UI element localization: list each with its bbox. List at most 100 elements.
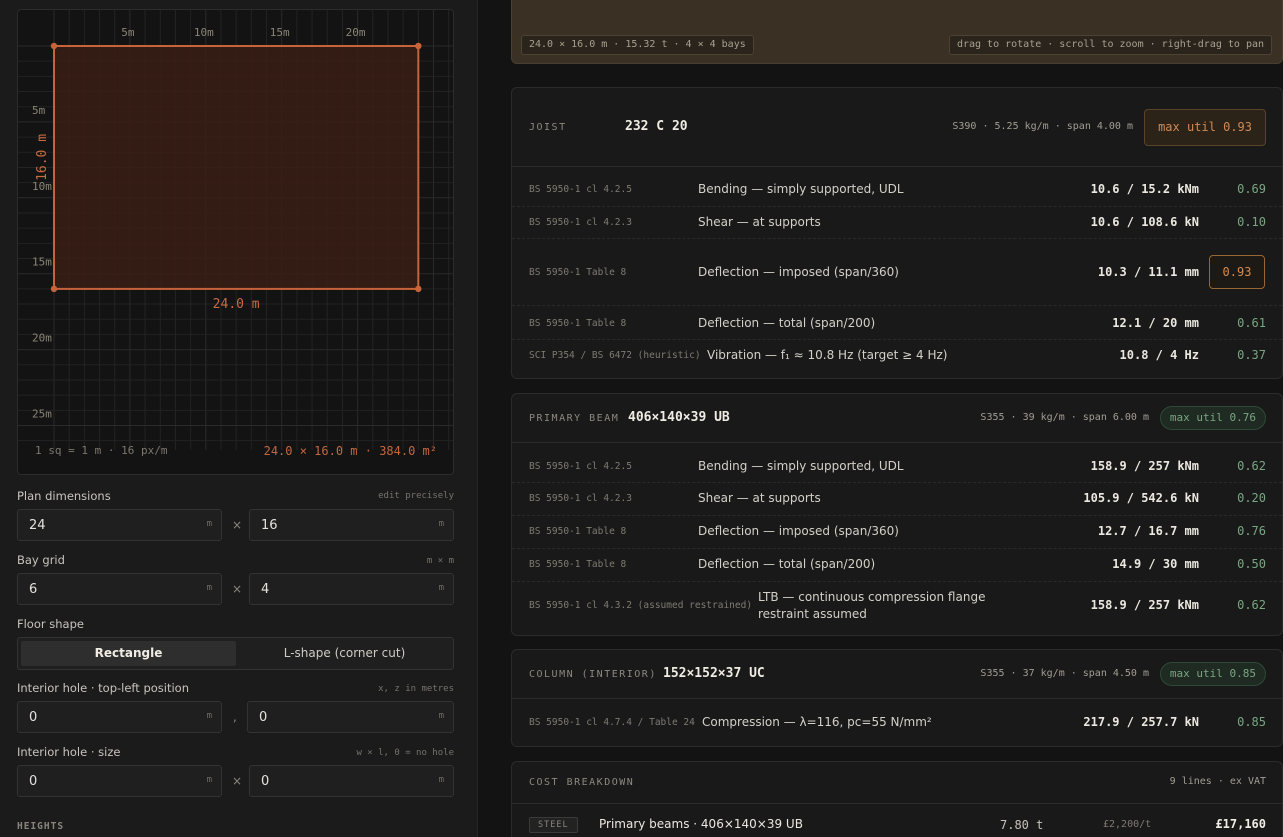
viewport-summary: 24.0 × 16.0 m · 15.32 t · 4 × 4 bays bbox=[521, 35, 754, 55]
times-separator: × bbox=[232, 518, 243, 532]
configuration-panel: 5m 10m 15m 20m 5m 10m 15m 20m 25m 24.0 m 16.0 m1 s… bbox=[0, 0, 478, 837]
check-description: Shear — at supports bbox=[698, 491, 821, 505]
plan-depth-value: 16 bbox=[261, 518, 278, 533]
width-dimension-label: 24.0 m bbox=[213, 297, 260, 312]
check-code: BS 5950-1 Table 8 bbox=[529, 526, 627, 537]
hole-length-input[interactable]: 0 m bbox=[249, 765, 454, 797]
check-value: 217.9 / 257.7 kN bbox=[1083, 715, 1199, 729]
member-meta: S355 · 39 kg/m · span 6.00 m bbox=[980, 412, 1149, 423]
check-code: BS 5950-1 cl 4.2.3 bbox=[529, 217, 632, 228]
check-description: Vibration — f₁ ≈ 10.8 Hz (target ≥ 4 Hz) bbox=[707, 348, 948, 362]
cost-header: COST BREAKDOWN 9 lines · ex VAT bbox=[512, 762, 1282, 804]
check-value: 158.9 / 257 kNm bbox=[1090, 459, 1199, 473]
cost-item-name: Primary beams · 406×140×39 UB bbox=[599, 817, 803, 831]
plan-grid-svg[interactable]: 5m 10m 15m 20m5m10m15m20m25m24.0 m16.0 m1 s… bbox=[18, 10, 454, 475]
corner-handle bbox=[50, 285, 58, 293]
plan-width-input[interactable]: 24 m bbox=[17, 509, 222, 541]
cost-meta: 9 lines · ex VAT bbox=[1169, 776, 1266, 787]
cost-category-tag: STEEL bbox=[529, 817, 578, 833]
check-description: Compression — λ=116, pc=55 N/mm² bbox=[702, 715, 932, 729]
hole-x-input[interactable]: 0 m bbox=[17, 701, 222, 733]
corner-handle bbox=[415, 285, 422, 293]
unit-label: m bbox=[438, 711, 444, 721]
unit-label: m bbox=[206, 583, 212, 593]
member-card-column-interior: COLUMN (INTERIOR) 152×152×37 UC S355 · 3… bbox=[511, 649, 1283, 747]
check-value: 14.9 / 30 mm bbox=[1112, 557, 1199, 571]
hole-position-label: Interior hole · top-left position bbox=[17, 681, 189, 695]
check-row: SCI P354 / BS 6472 (heuristic) Vibration… bbox=[512, 340, 1282, 378]
floor-shape-option-rectangle[interactable]: Rectangle bbox=[21, 641, 236, 666]
check-description: Deflection — total (span/200) bbox=[698, 316, 876, 330]
cost-line-item: STEEL Primary beams · 406×140×39 UB 7.80… bbox=[512, 817, 1282, 837]
check-value: 158.9 / 257 kNm bbox=[1090, 598, 1199, 612]
bay-x-input[interactable]: 6 m bbox=[17, 573, 222, 605]
check-code: BS 5950-1 Table 8 bbox=[529, 559, 627, 570]
check-description: Deflection — imposed (span/360) bbox=[698, 265, 899, 279]
member-card-joist: JOIST 232 C 20 S390 · 5.25 kg/m · span 4… bbox=[511, 87, 1283, 379]
check-code: BS 5950-1 Table 8 bbox=[529, 318, 627, 329]
bay-grid-label: Bay grid bbox=[17, 553, 65, 567]
times-separator: × bbox=[232, 582, 243, 596]
times-separator: × bbox=[232, 774, 243, 788]
floor-shape-toggle: Rectangle L-shape (corner cut) bbox=[17, 637, 454, 670]
bay-x-value: 6 bbox=[29, 582, 38, 597]
hole-width-input[interactable]: 0 m bbox=[17, 765, 222, 797]
cost-title: COST BREAKDOWN bbox=[529, 777, 635, 788]
check-value: 12.7 / 16.7 mm bbox=[1097, 524, 1199, 538]
hole-width-value: 0 bbox=[29, 774, 38, 789]
y-tick-label: 25m bbox=[32, 408, 52, 421]
check-row: BS 5950-1 cl 4.7.4 / Table 24 Compressio… bbox=[512, 707, 1282, 740]
hole-size-label: Interior hole · size bbox=[17, 745, 121, 759]
hole-z-input[interactable]: 0 m bbox=[247, 701, 454, 733]
check-utilisation: 0.10 bbox=[1237, 215, 1266, 229]
y-tick-label: 20m bbox=[32, 332, 52, 345]
check-code: BS 5950-1 Table 8 bbox=[529, 267, 627, 278]
check-utilisation: 0.76 bbox=[1237, 524, 1266, 538]
hole-x-value: 0 bbox=[29, 710, 38, 725]
cost-quantity: 7.80 t bbox=[1000, 818, 1044, 832]
check-utilisation: 0.20 bbox=[1237, 491, 1266, 505]
corner-handle bbox=[415, 42, 422, 50]
member-card-header: JOIST 232 C 20 S390 · 5.25 kg/m · span 4… bbox=[512, 88, 1282, 167]
member-card-primary-beam: PRIMARY BEAM 406×140×39 UB S355 · 39 kg/… bbox=[511, 393, 1283, 636]
member-meta: S355 · 37 kg/m · span 4.50 m bbox=[980, 668, 1149, 679]
check-value: 10.3 / 11.1 mm bbox=[1097, 265, 1199, 279]
check-utilisation: 0.69 bbox=[1237, 182, 1266, 196]
3d-viewport[interactable]: 24.0 × 16.0 m · 15.32 t · 4 × 4 bays dra… bbox=[511, 0, 1283, 64]
check-value: 10.8 / 4 Hz bbox=[1119, 348, 1199, 362]
max-util-badge: max util 0.76 bbox=[1159, 406, 1266, 430]
max-util-badge: max util 0.93 bbox=[1144, 109, 1266, 146]
check-value: 12.1 / 20 mm bbox=[1112, 316, 1199, 330]
check-code: BS 5950-1 cl 4.2.5 bbox=[529, 184, 632, 195]
check-description: Deflection — imposed (span/360) bbox=[698, 524, 899, 538]
check-row: BS 5950-1 Table 8 Deflection — total (sp… bbox=[512, 306, 1282, 340]
heights-section-heading: HEIGHTS bbox=[17, 821, 65, 832]
plan-dimensions-label: Plan dimensions bbox=[17, 489, 111, 503]
check-row: BS 5950-1 cl 4.2.3 Shear — at supports 1… bbox=[512, 207, 1282, 239]
x-tick-label: 5m bbox=[121, 26, 135, 39]
depth-dimension-label: 16.0 m bbox=[35, 134, 50, 181]
unit-label: m bbox=[206, 775, 212, 785]
floor-shape-label: Floor shape bbox=[17, 617, 84, 631]
corner-handle bbox=[50, 42, 58, 50]
unit-label: m bbox=[206, 711, 212, 721]
check-row: BS 5950-1 Table 8 Deflection — total (sp… bbox=[512, 549, 1282, 582]
results-panel: 24.0 × 16.0 m · 15.32 t · 4 × 4 bays dra… bbox=[478, 0, 1283, 837]
cost-breakdown-card: COST BREAKDOWN 9 lines · ex VAT STEEL Pr… bbox=[511, 761, 1283, 837]
bay-y-input[interactable]: 4 m bbox=[249, 573, 454, 605]
check-utilisation: 0.85 bbox=[1237, 715, 1266, 729]
check-code: BS 5950-1 cl 4.7.4 / Table 24 bbox=[529, 717, 695, 728]
plan-width-value: 24 bbox=[29, 518, 46, 533]
check-utilisation: 0.37 bbox=[1237, 348, 1266, 362]
plan-dimensions-hint[interactable]: edit precisely bbox=[300, 491, 454, 501]
check-value: 10.6 / 108.6 kN bbox=[1090, 215, 1199, 229]
plan-depth-input[interactable]: 16 m bbox=[249, 509, 454, 541]
floor-shape-option-l-shape[interactable]: L-shape (corner cut) bbox=[238, 641, 451, 666]
unit-label: m bbox=[206, 519, 212, 529]
check-value: 105.9 / 542.6 kN bbox=[1083, 491, 1199, 505]
max-util-badge: max util 0.85 bbox=[1159, 662, 1266, 686]
plan-view-canvas[interactable]: 5m 10m 15m 20m 5m 10m 15m 20m 25m 24.0 m 16.0 m1 s… bbox=[17, 9, 454, 475]
viewport-controls-hint: drag to rotate · scroll to zoom · right-… bbox=[948, 35, 1272, 55]
check-description: Bending — simply supported, UDL bbox=[698, 459, 904, 473]
member-section: 406×140×39 UB bbox=[628, 410, 730, 425]
